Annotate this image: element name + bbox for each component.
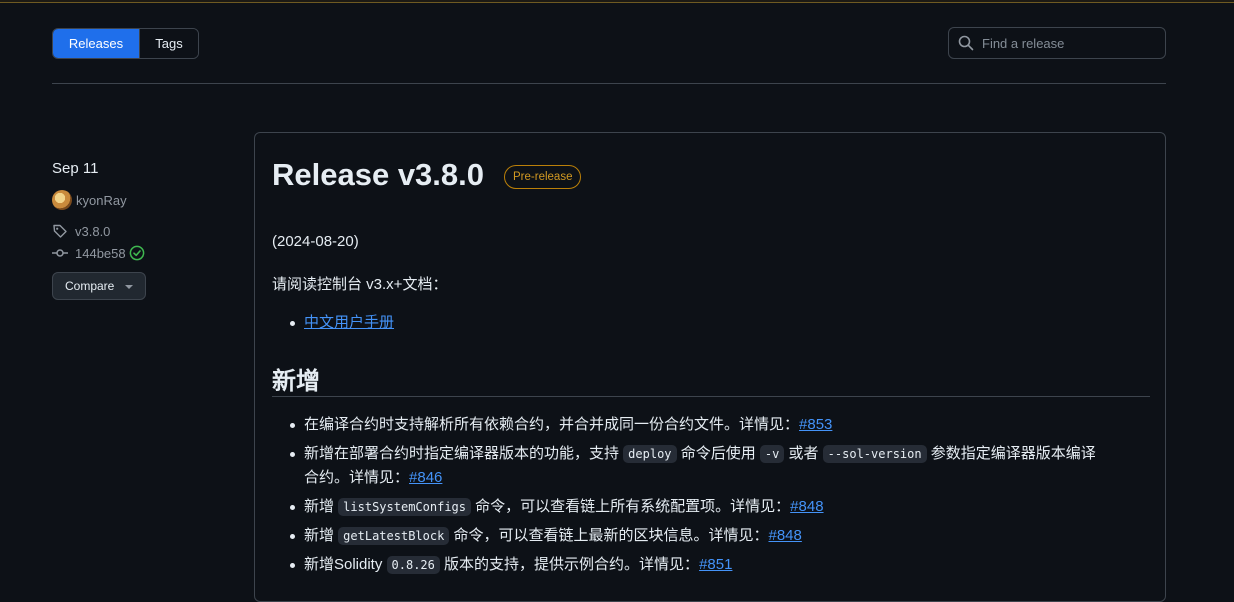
- author-row[interactable]: kyonRay: [52, 190, 127, 210]
- item-text: 命令后使用: [676, 445, 760, 462]
- bullet: [290, 563, 295, 568]
- tab-releases[interactable]: Releases: [53, 29, 139, 58]
- item-text: 合约。详情见：: [304, 469, 410, 486]
- bullet: [290, 452, 295, 457]
- author-name[interactable]: kyonRay: [76, 193, 127, 208]
- issue-link[interactable]: #848: [769, 527, 802, 544]
- list-item: 新增Solidity 0.8.26 版本的支持，提供示例合约。详情见：#851: [304, 553, 1150, 577]
- list-item: 中文用户手册: [304, 311, 1150, 335]
- inline-code: --sol-version: [822, 445, 927, 463]
- issue-link[interactable]: #848: [790, 498, 823, 515]
- compare-button[interactable]: Compare: [52, 272, 146, 300]
- issue-link[interactable]: #851: [699, 556, 732, 573]
- tab-tags[interactable]: Tags: [139, 29, 198, 58]
- item-text: 版本的支持，提供示例合约。详情见：: [439, 556, 700, 573]
- bullet: [290, 534, 295, 539]
- release-card: Release v3.8.0 Pre-release (2024-08-20) …: [254, 132, 1166, 602]
- docs-intro: 请阅读控制台 v3.x+文档：: [272, 276, 448, 293]
- bullet: [290, 505, 295, 510]
- release-tabs: Releases Tags: [52, 28, 199, 59]
- bullet: [290, 423, 295, 428]
- compare-label: Compare: [65, 279, 115, 293]
- list-item: 新增 listSystemConfigs 命令，可以查看链上所有系统配置项。详情…: [304, 495, 1150, 519]
- item-text: 命令，可以查看链上最新的区块信息。详情见：: [449, 527, 769, 544]
- top-accent-line: [0, 0, 1234, 3]
- list-item: 新增在部署合约时指定编译器版本的功能，支持 deploy 命令后使用 -v 或者…: [304, 442, 1150, 490]
- list-item: 新增 getLatestBlock 命令，可以查看链上最新的区块信息。详情见：#…: [304, 524, 1150, 548]
- tag-name[interactable]: v3.8.0: [75, 224, 110, 239]
- docs-link[interactable]: 中文用户手册: [304, 314, 394, 331]
- search-icon: [958, 35, 974, 51]
- verified-check-icon[interactable]: [129, 245, 145, 261]
- item-text: 命令，可以查看链上所有系统配置项。详情见：: [471, 498, 791, 515]
- item-text: 新增Solidity: [304, 556, 387, 573]
- inline-code: deploy: [623, 445, 677, 463]
- release-date-line: (2024-08-20): [272, 233, 359, 250]
- commit-icon: [52, 245, 68, 261]
- commit-hash[interactable]: 144be58: [75, 246, 126, 261]
- chevron-down-icon: [125, 285, 133, 289]
- header-divider: [52, 83, 1166, 84]
- release-title[interactable]: Release v3.8.0: [272, 157, 484, 193]
- bullet: [290, 321, 295, 326]
- inline-code: getLatestBlock: [338, 527, 450, 545]
- issue-link[interactable]: #853: [799, 416, 832, 433]
- item-text: 或者: [784, 445, 823, 462]
- item-text: 参数指定编译器版本编译: [926, 445, 1096, 462]
- avatar: [52, 190, 72, 210]
- search-input[interactable]: [982, 35, 1152, 51]
- commit-row[interactable]: 144be58: [52, 245, 145, 261]
- item-text: 在编译合约时支持解析所有依赖合约，并合并成同一份合约文件。详情见：: [304, 416, 800, 433]
- tag-row[interactable]: v3.8.0: [52, 223, 110, 239]
- item-text: 新增在部署合约时指定编译器版本的功能，支持: [304, 445, 624, 462]
- prerelease-badge: Pre-release: [504, 165, 582, 189]
- inline-code: listSystemConfigs: [338, 498, 471, 516]
- release-date: Sep 11: [52, 160, 99, 177]
- inline-code: 0.8.26: [386, 556, 440, 574]
- section-heading-new: 新增: [272, 368, 320, 395]
- heading-divider: [272, 396, 1150, 397]
- list-item: 在编译合约时支持解析所有依赖合约，并合并成同一份合约文件。详情见：#853: [304, 413, 1150, 437]
- inline-code: -v: [759, 445, 785, 463]
- item-text: 新增: [304, 498, 339, 515]
- item-text: 新增: [304, 527, 339, 544]
- tag-icon: [52, 223, 68, 239]
- issue-link[interactable]: #846: [409, 469, 442, 486]
- search-box[interactable]: [948, 27, 1166, 59]
